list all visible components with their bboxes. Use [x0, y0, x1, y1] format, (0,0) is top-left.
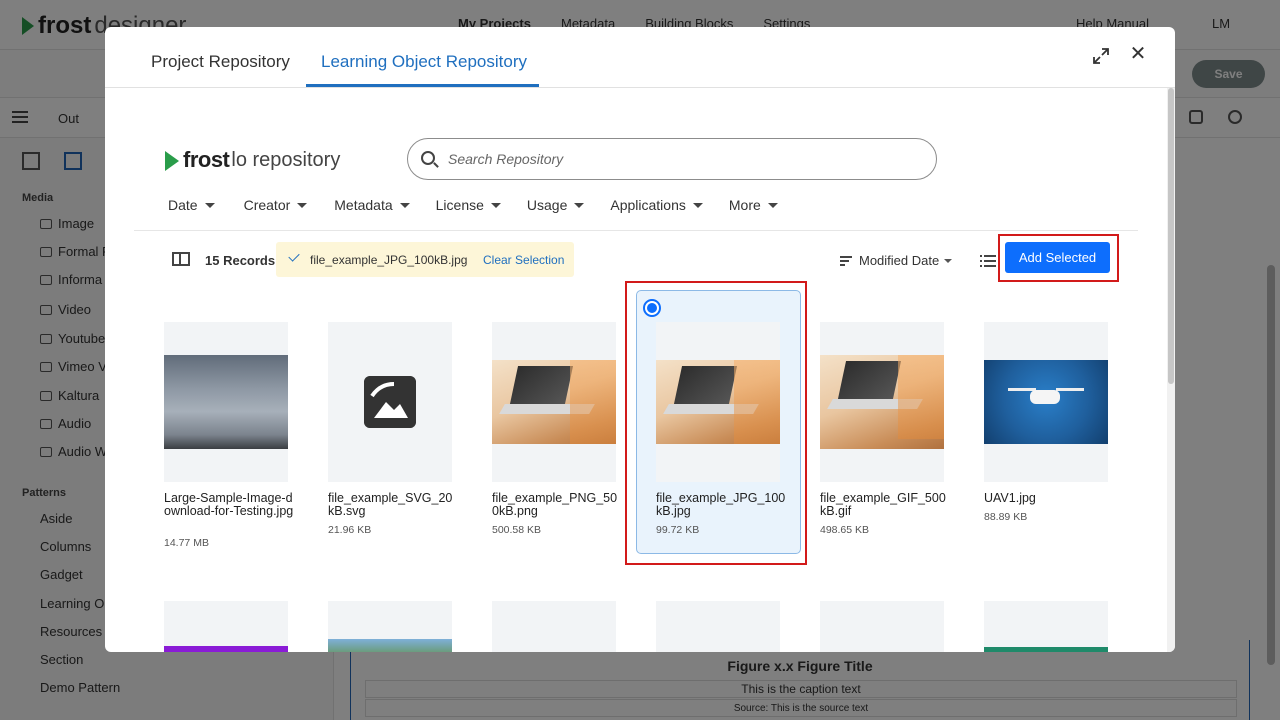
filter-label: Usage [526, 197, 568, 213]
landscape-image [328, 639, 452, 652]
media-thumbnail [164, 322, 288, 482]
media-file-name: file_example_JPG_100kB.jpg [656, 491, 786, 518]
media-file-name: file_example_GIF_500kB.gif [820, 491, 946, 518]
selected-file-name: file_example_JPG_100kB.jpg [310, 253, 468, 267]
media-thumbnail [820, 322, 944, 482]
list-view-icon[interactable] [980, 254, 996, 268]
caret-down-icon [767, 202, 778, 208]
media-card[interactable] [164, 601, 288, 652]
repo-logo-bold: frost [183, 147, 230, 172]
media-file-name: file_example_PNG_500kB.png [492, 491, 618, 518]
check-icon [288, 250, 300, 262]
modal-scrollbar[interactable] [1167, 88, 1175, 652]
filter-label: Applications [610, 197, 686, 213]
media-file-size: 88.89 KB [984, 511, 1028, 523]
filter-date[interactable]: Date [168, 197, 215, 213]
media-file-name: file_example_SVG_20kB.svg [328, 491, 453, 518]
laptop-image [820, 355, 944, 449]
modal-body: frost lo repository Date Creator Metadat… [105, 88, 1167, 652]
filter-bar: Date Creator Metadata License Usage Appl… [168, 197, 778, 213]
filter-label: Creator [243, 197, 291, 213]
sort-icon [840, 255, 852, 266]
sort-label: Modified Date [859, 253, 940, 268]
purple-image [164, 646, 288, 652]
filter-label: More [728, 197, 761, 213]
caret-down-icon [944, 258, 953, 263]
caret-down-icon [574, 202, 585, 208]
media-file-size: 99.72 KB [656, 524, 700, 536]
caret-down-icon [692, 202, 703, 208]
search-icon [421, 151, 435, 165]
records-count: 15 Records [205, 253, 276, 268]
frost-logo-icon [165, 149, 181, 171]
filter-label: Metadata [334, 197, 393, 213]
filter-license[interactable]: License [436, 197, 501, 213]
sort-dropdown[interactable]: Modified Date [840, 253, 953, 268]
media-file-name: UAV1.jpg [984, 491, 1036, 505]
laptop-image [656, 360, 780, 444]
media-thumbnail [492, 322, 616, 482]
filter-creator[interactable]: Creator [244, 197, 308, 213]
clear-selection-link[interactable]: Clear Selection [483, 253, 564, 267]
media-card[interactable] [820, 601, 944, 652]
image-placeholder-icon [364, 376, 416, 428]
media-thumbnail [984, 322, 1108, 482]
filter-applications[interactable]: Applications [610, 197, 703, 213]
tab-learning-object-repository[interactable]: Learning Object Repository [321, 52, 527, 72]
filter-usage[interactable]: Usage [526, 197, 585, 213]
frost-lo-repository-logo: frost lo repository [165, 147, 340, 173]
media-card[interactable]: file_example_GIF_500kB.gif 498.65 KB [820, 322, 946, 552]
caret-down-icon [297, 202, 308, 208]
media-file-size: 21.96 KB [328, 524, 372, 536]
divider [134, 230, 1138, 231]
drone-image [984, 360, 1108, 444]
expand-icon[interactable] [1092, 47, 1110, 65]
filter-more[interactable]: More [729, 197, 778, 213]
media-thumbnail [328, 322, 452, 482]
caret-down-icon [490, 202, 501, 208]
selection-chip: file_example_JPG_100kB.jpg Clear Selecti… [276, 242, 574, 277]
media-card[interactable] [492, 601, 616, 652]
repo-logo-light: lo repository [231, 148, 341, 171]
media-card[interactable]: file_example_PNG_500kB.png 500.58 KB [492, 322, 617, 552]
media-thumbnail [656, 322, 780, 482]
tab-project-repository[interactable]: Project Repository [151, 52, 290, 72]
green-image [984, 647, 1108, 652]
search-repository-box[interactable] [407, 138, 937, 180]
media-card[interactable]: Large-Sample-Image-download-for-Testing.… [164, 322, 293, 552]
laptop-image [492, 360, 616, 444]
media-card[interactable]: UAV1.jpg 88.89 KB [984, 322, 1108, 552]
repository-modal: Project Repository Learning Object Repos… [105, 27, 1175, 652]
media-card-selected[interactable]: file_example_JPG_100kB.jpg 99.72 KB [656, 322, 785, 552]
caret-down-icon [399, 202, 410, 208]
close-icon[interactable]: ✕ [1129, 44, 1147, 64]
caret-down-icon [204, 202, 215, 208]
panel-toggle-icon[interactable] [172, 252, 190, 266]
media-file-size: 14.77 MB [164, 537, 209, 549]
filter-metadata[interactable]: Metadata [334, 197, 410, 213]
media-file-size: 500.58 KB [492, 524, 542, 536]
search-input[interactable] [448, 149, 918, 169]
media-file-size: 498.65 KB [820, 524, 870, 536]
scrollbar-thumb[interactable] [1168, 88, 1174, 384]
media-card[interactable] [984, 601, 1108, 652]
media-card[interactable] [328, 601, 452, 652]
active-tab-indicator [306, 84, 539, 87]
cloudy-sky-image [164, 355, 288, 449]
modal-tab-bar: Project Repository Learning Object Repos… [105, 27, 1175, 88]
filter-label: Date [168, 197, 198, 213]
filter-label: License [435, 197, 484, 213]
add-selected-highlight-box [998, 234, 1119, 282]
media-file-name: Large-Sample-Image-download-for-Testing.… [164, 491, 294, 518]
media-card[interactable]: file_example_SVG_20kB.svg 21.96 KB [328, 322, 452, 552]
media-card[interactable] [656, 601, 780, 652]
